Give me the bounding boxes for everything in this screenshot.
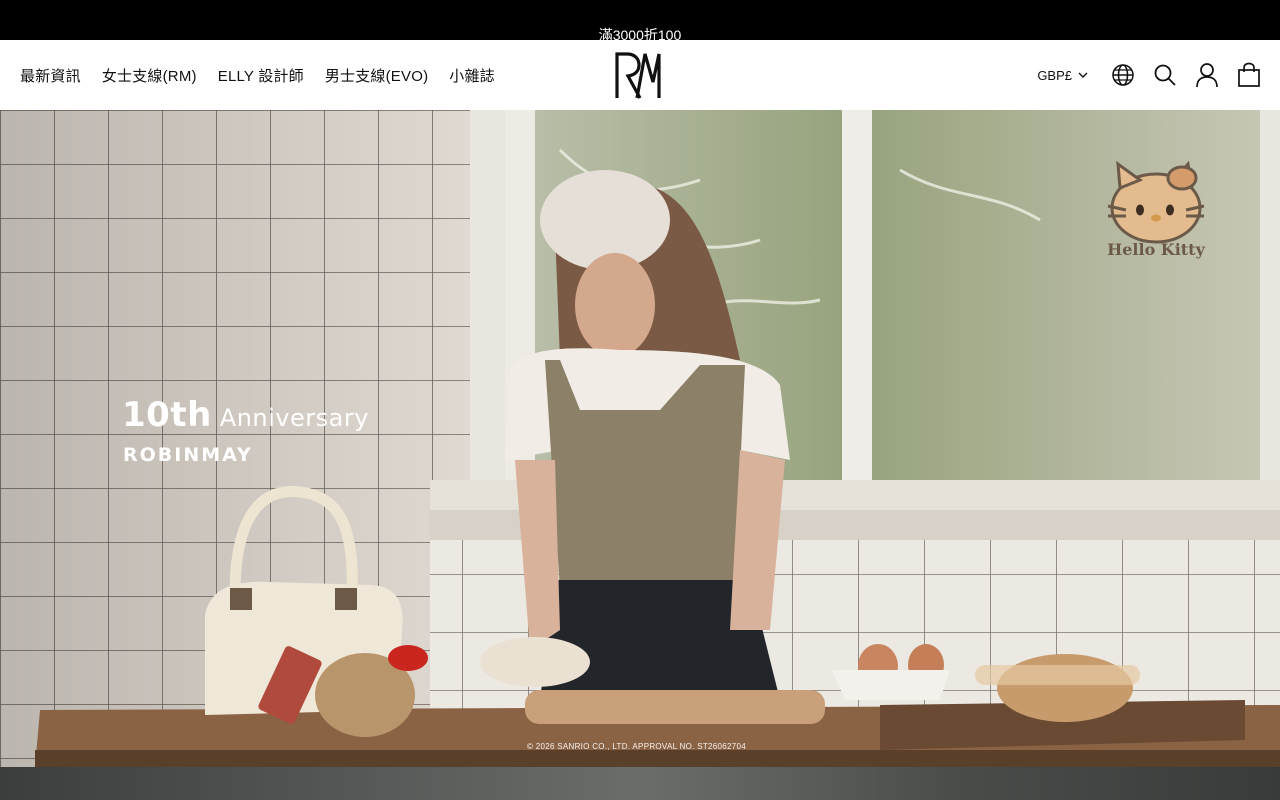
nav-item-elly-designer[interactable]: ELLY 設計師 — [218, 65, 304, 86]
currency-selector[interactable]: GBP£ — [1037, 68, 1088, 83]
currency-label: GBP£ — [1037, 67, 1072, 83]
nav-item-women-rm[interactable]: 女士支線(RM) — [102, 65, 197, 86]
chevron-down-icon — [1078, 72, 1088, 78]
hello-kitty-label: Hello Kitty — [1107, 240, 1205, 259]
announcement-scroll-ghost: · · · · · · · · · · · · · · · · · · · · … — [0, 0, 1280, 10]
hero-banner[interactable]: 10th Anniversary ROBINMAY Hello Kitty © 2… — [0, 110, 1280, 767]
cart-button[interactable] — [1236, 62, 1262, 88]
hero-title-word: Anniversary — [219, 404, 369, 432]
nav-item-magazine[interactable]: 小雜誌 — [449, 65, 495, 86]
hero-image — [0, 110, 1280, 767]
nav-item-men-evo[interactable]: 男士支線(EVO) — [325, 65, 428, 86]
search-button[interactable] — [1152, 62, 1178, 88]
globe-icon — [1112, 64, 1134, 86]
brand-logo[interactable] — [613, 50, 667, 100]
cart-icon — [1238, 62, 1260, 87]
language-button[interactable] — [1110, 62, 1136, 88]
nav-item-news[interactable]: 最新資訊 — [20, 65, 81, 86]
announcement-bar: · · · · · · · · · · · · · · · · · · · · … — [0, 0, 1280, 40]
account-button[interactable] — [1194, 62, 1220, 88]
hero-subtitle: ROBINMAY — [123, 444, 253, 466]
next-section-preview — [0, 767, 1280, 800]
announcement-message[interactable]: 滿3000折100 — [0, 25, 1280, 40]
copyright-notice: © 2026 SANRIO CO., LTD. APPROVAL NO. ST2… — [527, 742, 747, 751]
rm-logo-icon — [615, 52, 661, 99]
site-header: 最新資訊 女士支線(RM) ELLY 設計師 男士支線(EVO) 小雜誌 GBP… — [0, 40, 1280, 110]
main-nav: 最新資訊 女士支線(RM) ELLY 設計師 男士支線(EVO) 小雜誌 — [20, 40, 495, 110]
hero-title-number: 10th — [122, 395, 212, 435]
account-icon — [1196, 63, 1218, 88]
search-icon — [1154, 64, 1176, 86]
header-tools: GBP£ — [1037, 40, 1262, 110]
hero-title: 10th Anniversary — [122, 395, 369, 435]
